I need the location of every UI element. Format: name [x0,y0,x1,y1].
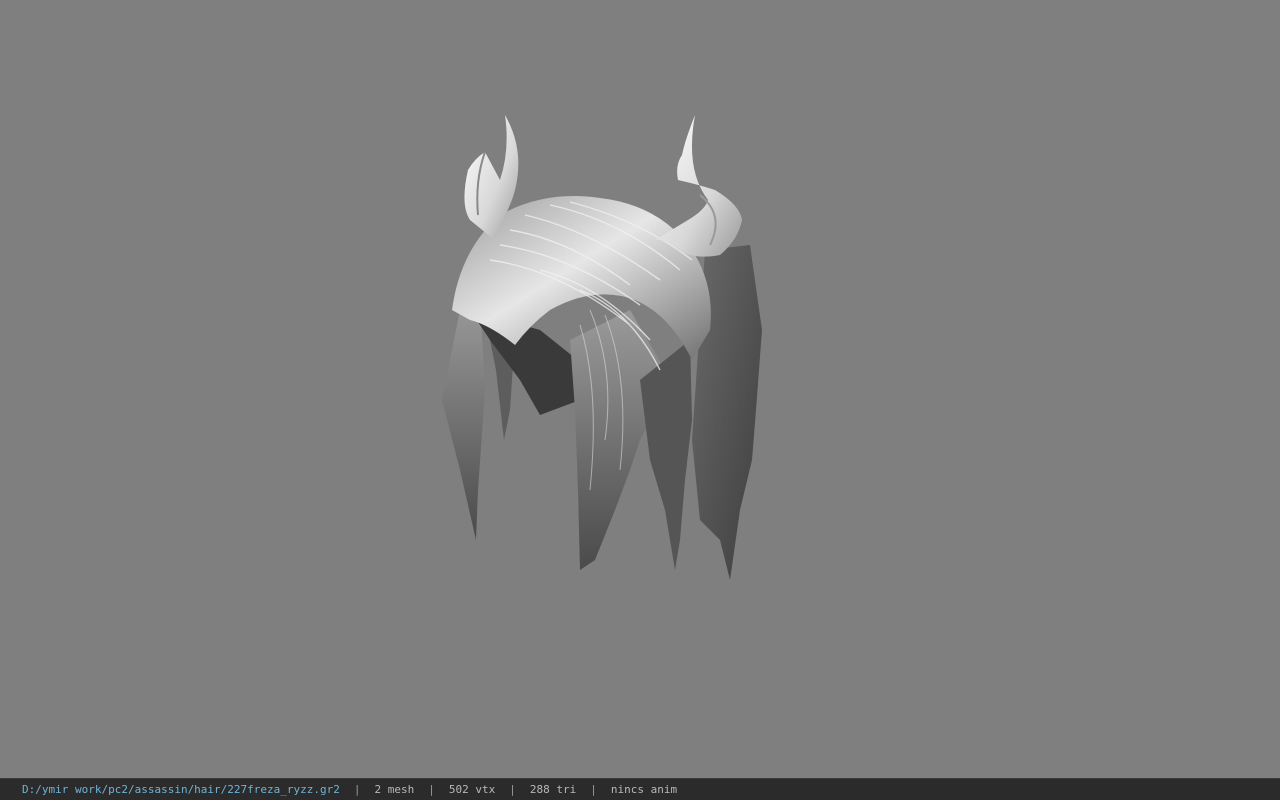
separator: | [353,783,361,796]
separator: | [590,783,597,796]
mesh-count: 2 mesh [374,783,415,796]
separator: | [509,783,516,796]
status-bar: D:/ymir work/pc2/assassin/hair/227freza_… [0,778,1280,800]
vertex-count: 502 vtx [448,783,496,796]
triangle-count: 288 tri [529,783,577,796]
3d-viewport[interactable] [0,0,1280,778]
hair-model-icon [442,115,762,580]
separator: | [428,783,435,796]
animation-status: nincs anim [610,783,678,796]
file-path: D:/ymir work/pc2/assassin/hair/227freza_… [22,783,340,796]
